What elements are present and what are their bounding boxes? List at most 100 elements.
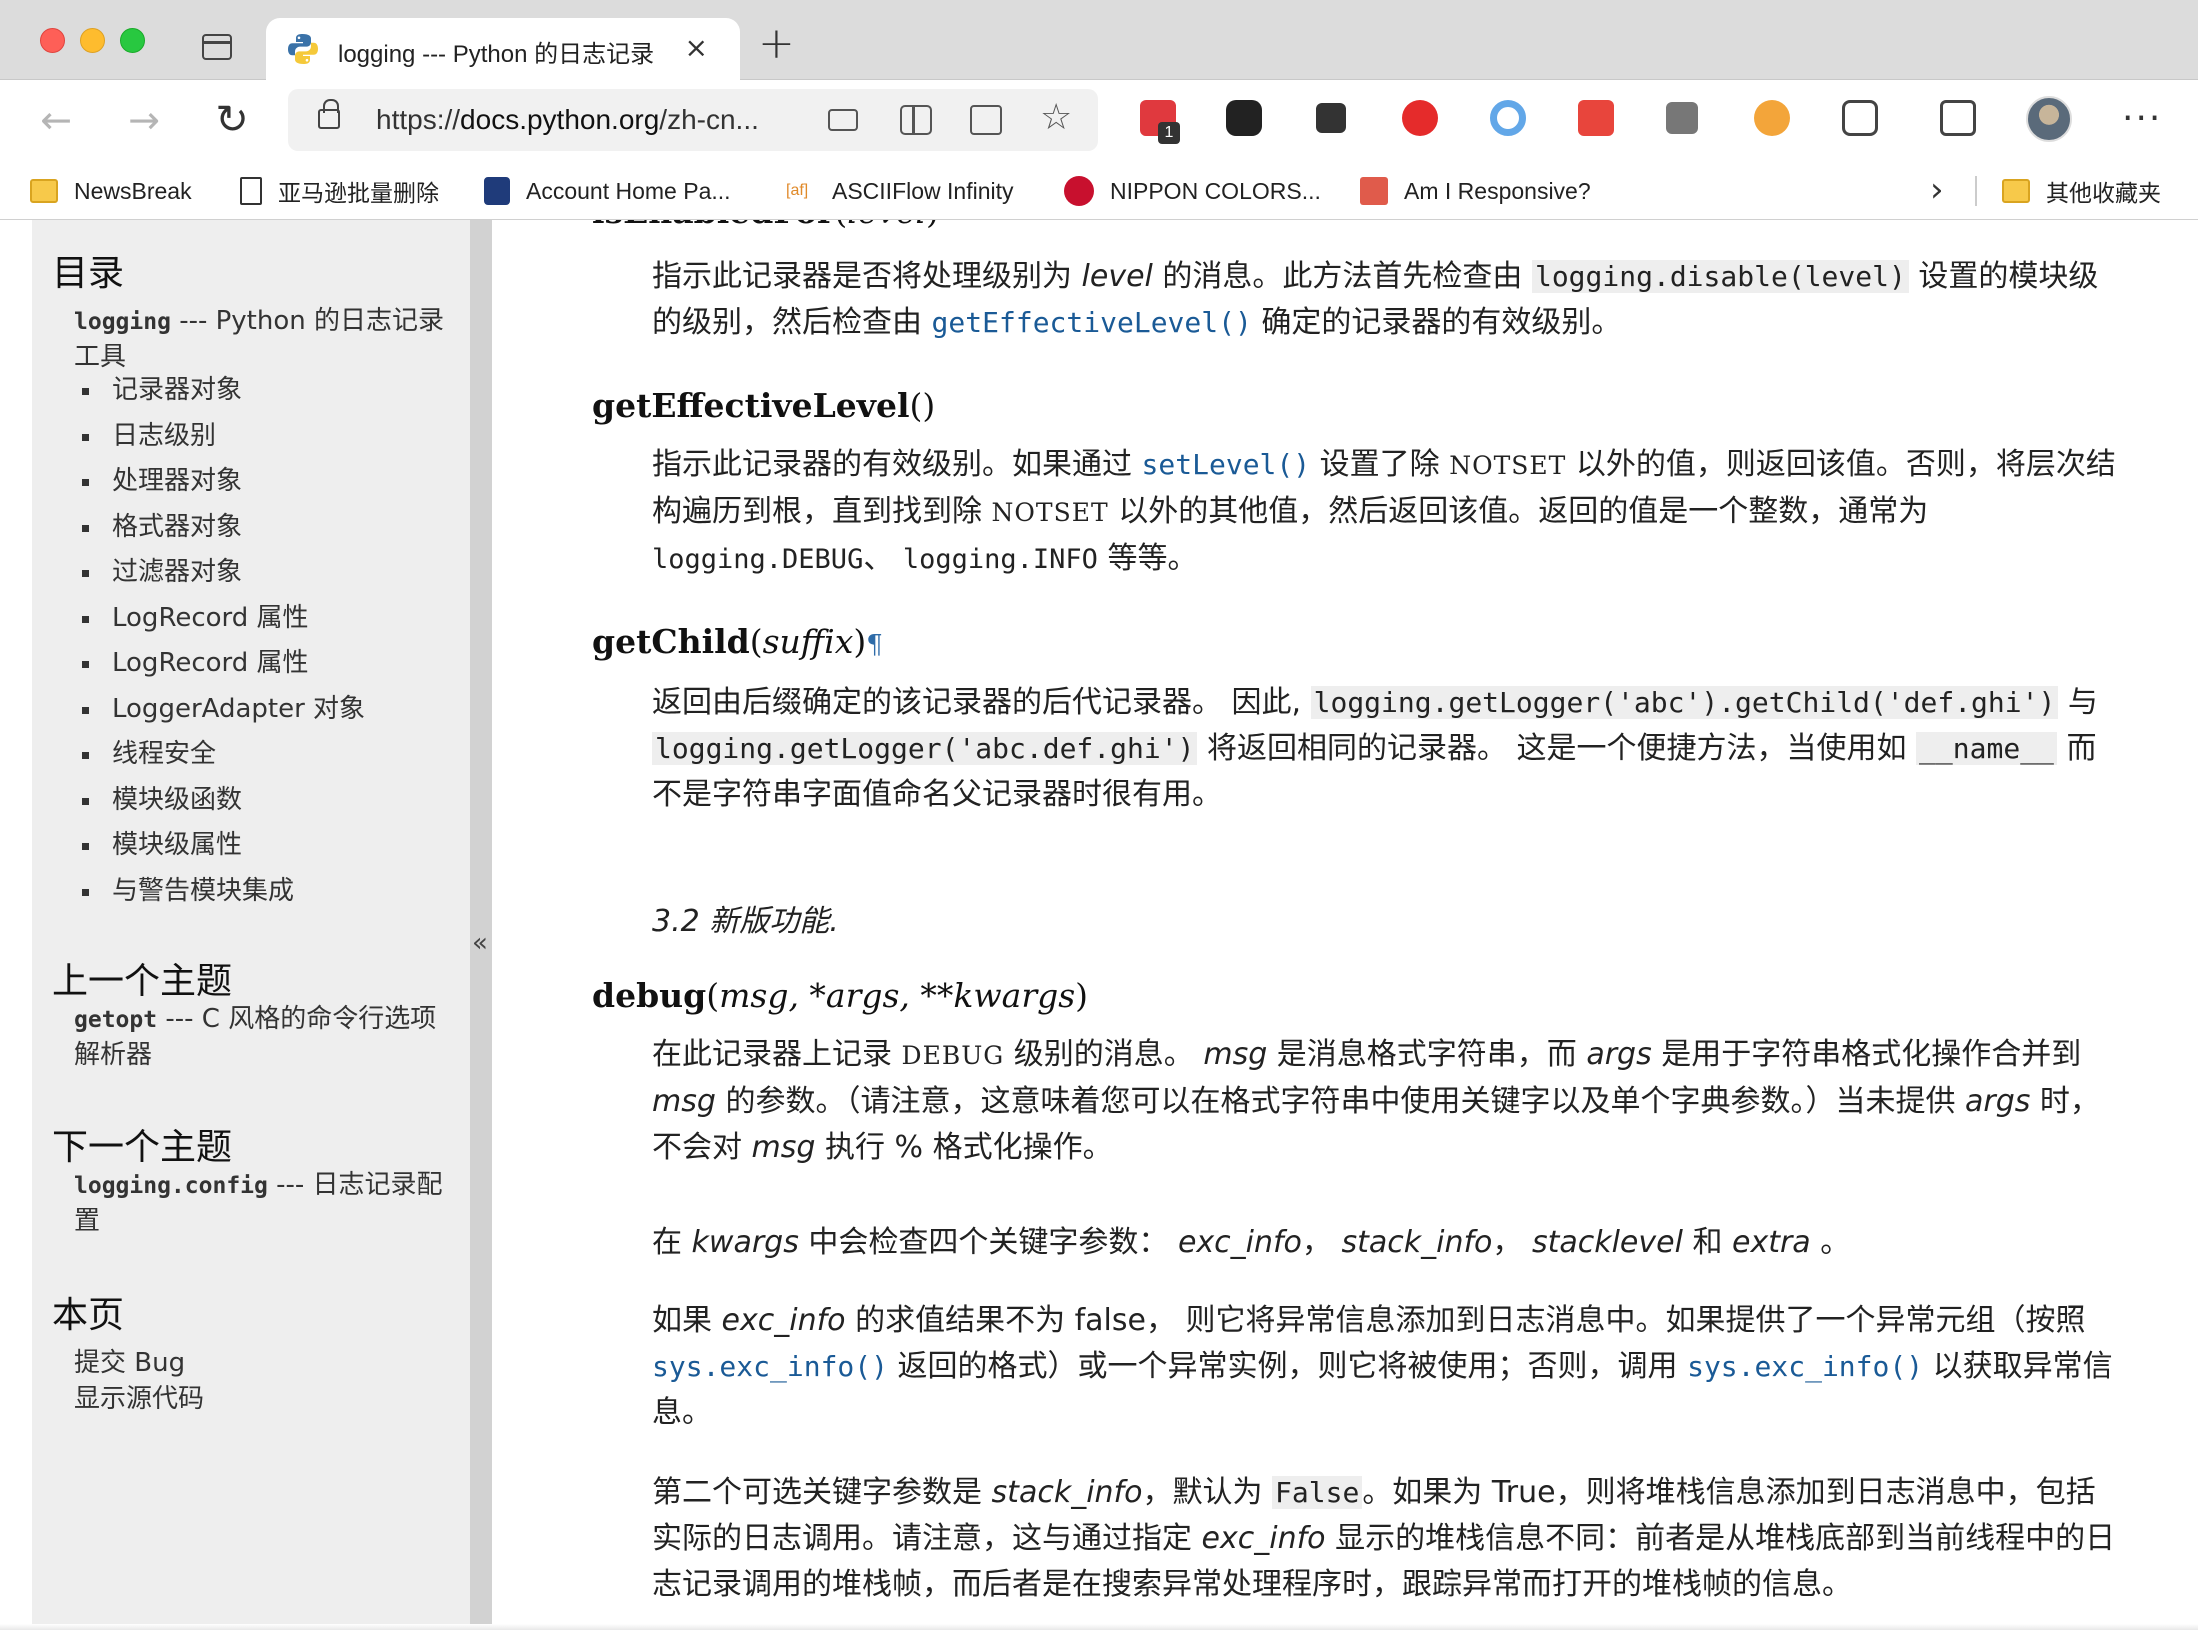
show-source-link[interactable]: 显示源代码 xyxy=(74,1382,444,1417)
permalink-icon[interactable]: ¶ xyxy=(866,630,883,660)
app-grid-icon[interactable] xyxy=(900,105,932,135)
collections-icon[interactable] xyxy=(1940,100,1976,136)
isenabledfor-description: 指示此记录器是否将处理级别为 level 的消息。此方法首先检查由 loggin… xyxy=(652,259,2099,340)
debug-description-3: 如果 exc_info 的求值结果不为 false， 则它将异常信息添加到日志消… xyxy=(652,1303,2113,1430)
toc-item[interactable]: 处理器对象 xyxy=(80,459,365,505)
report-bug-link[interactable]: 提交 Bug xyxy=(74,1346,444,1381)
more-menu-icon[interactable]: ··· xyxy=(2122,98,2162,139)
geteffectivelevel-description: 指示此记录器的有效级别。如果通过 setLevel() 设置了除 NOTSET … xyxy=(652,447,2116,576)
url-host: docs.python.org xyxy=(460,104,660,135)
bookmark-label: Am I Responsive? xyxy=(1404,177,1591,204)
toc-item[interactable]: 模块级属性 xyxy=(80,823,365,869)
prev-topic-code: getopt xyxy=(74,1007,158,1033)
debug-description-2: 在 kwargs 中会检查四个关键字参数： exc_info， stack_in… xyxy=(652,1225,1851,1260)
extension-mask-icon[interactable] xyxy=(1226,100,1262,136)
bookmark-amazon-delete[interactable]: 亚马逊批量删除 xyxy=(240,172,439,210)
divider xyxy=(1975,176,1977,206)
tab-title: logging --- Python 的日志记录 xyxy=(338,41,655,68)
chevron-right-icon[interactable]: › xyxy=(1930,170,1944,210)
next-topic-code: logging.config xyxy=(74,1173,268,1199)
toc-module-code: logging xyxy=(74,309,171,335)
bookmark-asciiflow[interactable]: [af] ASCIIFlow Infinity xyxy=(786,172,1014,210)
toc-heading: 目录 xyxy=(52,253,125,294)
new-tab-button[interactable]: + xyxy=(758,22,795,66)
getEffectiveLevel-link[interactable]: getEffectiveLevel() xyxy=(932,306,1252,339)
collapse-sidebar-button[interactable]: « xyxy=(472,928,488,958)
lock-icon[interactable] xyxy=(318,99,340,129)
toc-item[interactable]: LogRecord 属性 xyxy=(80,596,365,642)
minimize-window-button[interactable] xyxy=(80,28,105,53)
toc-item[interactable]: 格式器对象 xyxy=(80,505,365,551)
debug-description-1: 在此记录器上记录 DEBUG 级别的消息。 msg 是消息格式字符串，而 arg… xyxy=(652,1037,2100,1165)
setLevel-link[interactable]: setLevel() xyxy=(1142,448,1311,481)
bookmark-label: NewsBreak xyxy=(74,177,192,204)
device-icon[interactable] xyxy=(828,109,858,131)
bookmark-nippon-colors[interactable]: NIPPON COLORS... xyxy=(1064,172,1321,210)
bookmark-account-home[interactable]: Account Home Pa... xyxy=(484,172,731,210)
bookmark-label: 其他收藏夹 xyxy=(2046,180,2161,206)
address-bar[interactable]: https://docs.python.org/zh-cn... ☆ xyxy=(288,89,1098,151)
next-topic-link[interactable]: logging.config --- 日志记录配置 xyxy=(74,1168,444,1239)
method-signature-getchild: getChild(suffix)¶ xyxy=(592,622,883,661)
extension-mvp-icon[interactable] xyxy=(1666,102,1698,134)
python-logo-icon xyxy=(288,34,318,64)
prev-topic-link[interactable]: getopt --- C 风格的命令行选项解析器 xyxy=(74,1002,444,1073)
extensions-puzzle-icon[interactable] xyxy=(1842,100,1878,136)
url-scheme: https:// xyxy=(376,104,461,135)
toc-item[interactable]: LogRecord 属性 xyxy=(80,641,365,687)
getchild-description: 返回由后缀确定的该记录器的后代记录器。 因此, logging.getLogge… xyxy=(652,685,2098,812)
extension-k-icon[interactable] xyxy=(1754,100,1790,136)
toc-item[interactable]: 日志级别 xyxy=(80,414,365,460)
toolbar: ← → ↻ https://docs.python.org/zh-cn... ☆… xyxy=(0,80,2198,162)
folder-icon xyxy=(30,179,58,203)
extension-circle-icon[interactable] xyxy=(1490,100,1526,136)
bookmark-other-favorites[interactable]: 其他收藏夹 xyxy=(2002,172,2161,210)
toc-item[interactable]: 与警告模块集成 xyxy=(80,869,365,915)
bookmark-newsbreak[interactable]: NewsBreak xyxy=(30,172,192,210)
bookmark-am-i-responsive[interactable]: Am I Responsive? xyxy=(1360,172,1591,210)
method-name: debug xyxy=(592,976,707,1015)
sys-exc-info-link[interactable]: sys.exc_info() xyxy=(1687,1350,1923,1383)
close-window-button[interactable] xyxy=(40,28,65,53)
sys-exc-info-link[interactable]: sys.exc_info() xyxy=(652,1350,888,1383)
toc-item[interactable]: 记录器对象 xyxy=(80,368,365,414)
tab-strip: logging --- Python 的日志记录 × + xyxy=(0,0,2198,81)
back-button[interactable]: ← xyxy=(30,94,82,146)
red-square-icon xyxy=(1360,177,1388,205)
sidebar-toggle-icon[interactable] xyxy=(202,34,232,60)
prev-topic-heading: 上一个主题 xyxy=(52,961,233,1002)
toc-item[interactable]: LoggerAdapter 对象 xyxy=(80,687,365,733)
method-signature-debug: debug(msg, *args, **kwargs) xyxy=(592,976,1089,1015)
url-text[interactable]: https://docs.python.org/zh-cn... xyxy=(376,104,759,136)
version-added-note: 3.2 新版功能. xyxy=(652,904,839,939)
read-aloud-icon[interactable] xyxy=(970,105,1002,135)
add-favorite-icon[interactable]: ☆ xyxy=(1040,100,1072,136)
toc-item[interactable]: 过滤器对象 xyxy=(80,550,365,596)
asciiflow-icon: [af] xyxy=(786,182,809,199)
extension-stop-hand-icon[interactable] xyxy=(1402,100,1438,136)
method-name: getEffectiveLevel xyxy=(592,386,910,425)
method-param: suffix xyxy=(762,622,854,661)
url-path: /zh-cn... xyxy=(659,104,759,135)
toc-module-link[interactable]: logging --- Python 的日志记录工具 xyxy=(74,304,444,375)
extension-notes-icon[interactable] xyxy=(1578,100,1614,136)
close-tab-icon[interactable]: × xyxy=(685,32,708,64)
method-signature-geteffectivelevel: getEffectiveLevel() xyxy=(592,386,936,425)
sidebar-collapse-bar[interactable] xyxy=(470,220,492,1630)
app-icon xyxy=(484,177,510,205)
bookmark-label: ASCIIFlow Infinity xyxy=(832,177,1014,204)
forward-button[interactable]: → xyxy=(118,94,170,146)
profile-avatar[interactable] xyxy=(2026,96,2072,142)
bookmark-label: NIPPON COLORS... xyxy=(1110,177,1321,204)
extension-badge: 1 xyxy=(1158,122,1180,144)
tab-active[interactable]: logging --- Python 的日志记录 × xyxy=(266,18,740,81)
toc-item[interactable]: 线程安全 xyxy=(80,732,365,778)
method-param: level xyxy=(847,220,926,231)
main-content: isEnabledFor(level) 指示此记录器是否将处理级别为 level… xyxy=(492,220,2198,1630)
toc-list: 记录器对象 日志级别 处理器对象 格式器对象 过滤器对象 LogRecord 属… xyxy=(80,368,365,914)
reload-button[interactable]: ↻ xyxy=(206,94,258,146)
toc-item[interactable]: 模块级函数 xyxy=(80,778,365,824)
zoom-window-button[interactable] xyxy=(120,28,145,53)
extension-red-dots-icon[interactable]: 1 xyxy=(1140,100,1180,144)
extension-x-icon[interactable] xyxy=(1316,103,1346,133)
